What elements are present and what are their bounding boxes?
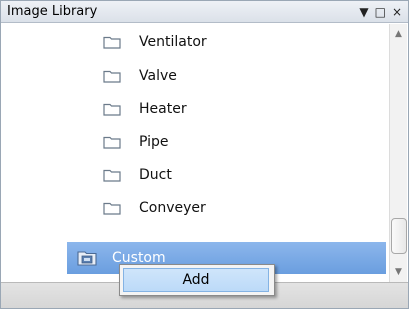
titlebar-controls: ▼ □ ×: [359, 3, 402, 21]
tree-item-pipe[interactable]: Pipe: [1, 126, 388, 158]
tree-item-label: Valve: [139, 68, 177, 84]
folder-icon: [103, 202, 121, 215]
maximize-icon[interactable]: □: [375, 3, 386, 21]
vertical-scrollbar[interactable]: ▲ ▼: [389, 24, 407, 282]
tree-item-label: Duct: [139, 167, 172, 183]
tree-item-valve[interactable]: Valve: [1, 60, 388, 92]
tree-item-label: Ventilator: [139, 34, 207, 50]
scroll-down-icon[interactable]: ▼: [390, 264, 407, 280]
tree-item-label: Pipe: [139, 134, 169, 150]
tree-item-heater[interactable]: Heater: [1, 93, 388, 125]
tree-item-conveyer[interactable]: Conveyer: [1, 192, 388, 224]
dropdown-arrow-icon[interactable]: ▼: [359, 3, 368, 21]
tree-item-label: Conveyer: [139, 200, 206, 216]
library-tree: Ventilator Valve Heater Pipe Duct Convey…: [1, 24, 388, 282]
tree-item-duct[interactable]: Duct: [1, 159, 388, 191]
scroll-up-icon[interactable]: ▲: [390, 26, 407, 42]
folder-icon: [103, 36, 121, 49]
context-menu: Add: [119, 264, 275, 296]
menu-item-add[interactable]: Add: [123, 268, 269, 292]
close-icon[interactable]: ×: [392, 3, 402, 21]
folder-icon: [103, 169, 121, 182]
tree-item-ventilator[interactable]: Ventilator: [1, 26, 388, 58]
panel-title: Image Library: [7, 4, 98, 19]
folder-icon: [103, 103, 121, 116]
panel-titlebar[interactable]: Image Library ▼ □ ×: [1, 1, 408, 23]
folder-icon: [103, 136, 121, 149]
tree-item-label: Heater: [139, 101, 187, 117]
scrollbar-thumb[interactable]: [391, 218, 407, 254]
image-library-panel: Image Library ▼ □ × Ventilator Valve Hea…: [0, 0, 409, 309]
custom-folder-icon: [77, 251, 97, 266]
folder-icon: [103, 70, 121, 83]
